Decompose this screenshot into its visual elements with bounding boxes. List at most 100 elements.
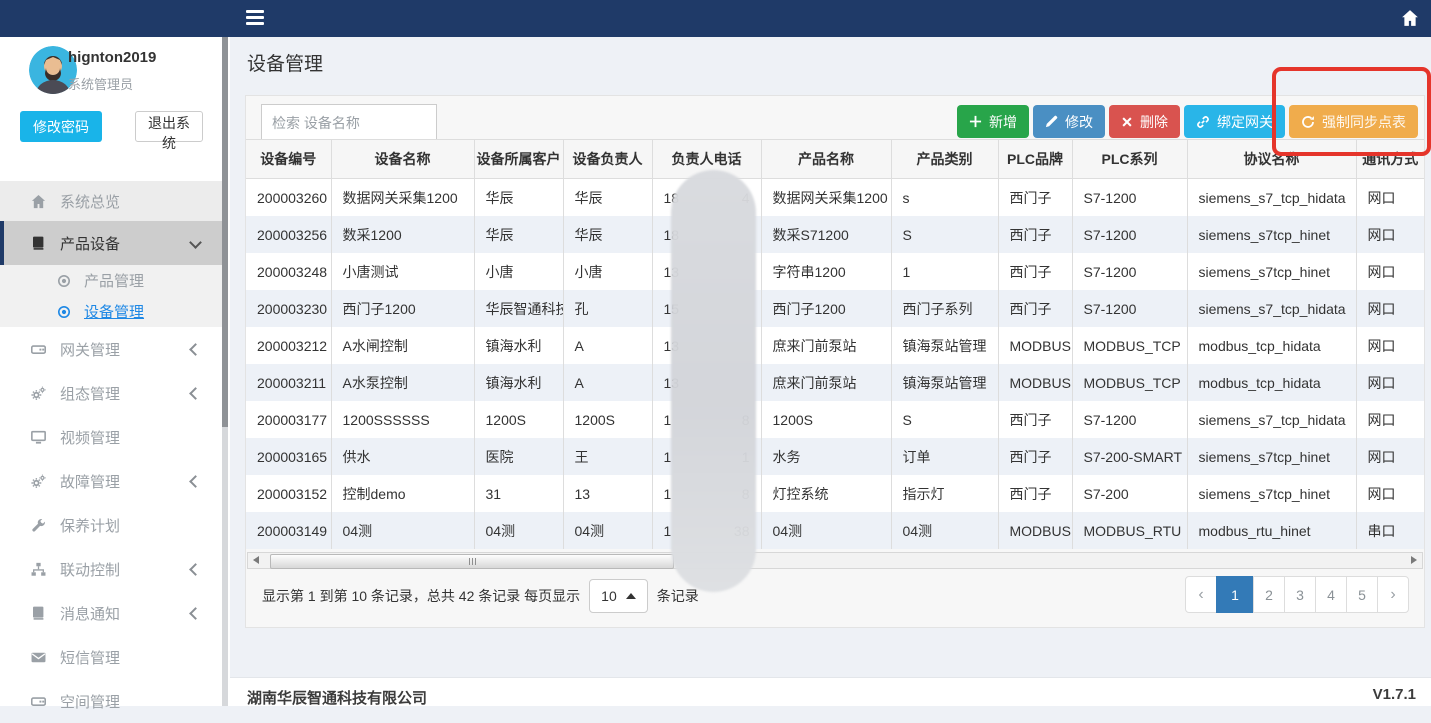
page-button[interactable]: 3	[1284, 576, 1316, 613]
change-password-button[interactable]: 修改密码	[20, 111, 102, 142]
table-cell: 网口	[1356, 216, 1424, 253]
table-row[interactable]: 20000314904测04测04测13804测04测MODBUSMODBUS_…	[246, 512, 1424, 549]
table-cell: MODBUS	[998, 327, 1072, 364]
sidebar-item-label: 联动控制	[60, 559, 120, 580]
table-row[interactable]: 200003256数采1200华辰华辰18数采S71200S西门子S7-1200…	[246, 216, 1424, 253]
table-cell: 18	[652, 401, 761, 438]
column-header[interactable]: 负责人电话	[652, 140, 761, 179]
table-cell: 200003152	[246, 475, 331, 512]
table-cell: siemens_s7_tcp_hidata	[1187, 290, 1356, 327]
table-cell: 华辰	[563, 179, 652, 217]
column-header[interactable]: 设备编号	[246, 140, 331, 179]
edit-button[interactable]: 修改	[1033, 105, 1105, 138]
table-cell: 13	[652, 364, 761, 401]
table-cell: MODBUS	[998, 364, 1072, 401]
hamburger-icon[interactable]	[246, 10, 264, 28]
footer: 湖南华辰智通科技有限公司 V1.7.1	[230, 677, 1431, 706]
horizontal-scrollbar-thumb[interactable]	[270, 554, 674, 569]
sidebar-item-configuration-management[interactable]: 组态管理	[0, 371, 222, 415]
table-row[interactable]: 200003152控制demo311318灯控系统指示灯西门子S7-200sie…	[246, 475, 1424, 512]
sidebar-item-sms-management[interactable]: 短信管理	[0, 635, 222, 679]
sidebar-item-video-management[interactable]: 视频管理	[0, 415, 222, 459]
column-header[interactable]: 产品名称	[761, 140, 891, 179]
force-sync-points-button[interactable]: 强制同步点表	[1289, 105, 1418, 138]
table-cell: MODBUS_TCP	[1072, 327, 1187, 364]
table-cell: 15	[652, 290, 761, 327]
device-panel: 新增 修改 删除 绑定网关 强制同步点表	[245, 95, 1425, 628]
column-header[interactable]: 设备负责人	[563, 140, 652, 179]
next-page-button[interactable]: ›	[1377, 576, 1409, 613]
sidebar-item-label: 系统总览	[60, 191, 120, 212]
table-cell: 控制demo	[331, 475, 474, 512]
footer-version: V1.7.1	[1373, 686, 1416, 703]
table-cell: 医院	[474, 438, 563, 475]
table-cell: 镇海泵站管理	[891, 364, 998, 401]
sidebar-item-message-notification[interactable]: 消息通知	[0, 591, 222, 635]
column-header[interactable]: 通讯方式	[1356, 140, 1424, 179]
page-button[interactable]: 1	[1216, 576, 1254, 613]
table-row[interactable]: 2000031771200SSSSSS1200S1200S181200SS西门子…	[246, 401, 1424, 438]
table-cell: 1200S	[563, 401, 652, 438]
table-row[interactable]: 200003230西门子1200华辰智通科技孔15西门子1200西门子系列西门子…	[246, 290, 1424, 327]
sidebar-item-product-device[interactable]: 产品设备	[0, 221, 222, 265]
table-cell: 西门子	[998, 216, 1072, 253]
table-cell: 字符串1200	[761, 253, 891, 290]
sidebar-item-device-management[interactable]: 设备管理	[0, 296, 222, 327]
hdd-icon	[30, 694, 46, 709]
sidebar-item-gateway-management[interactable]: 网关管理	[0, 327, 222, 371]
table-cell: 华辰智通科技	[474, 290, 563, 327]
sidebar-item-system-overview[interactable]: 系统总览	[0, 181, 222, 221]
search-input[interactable]	[261, 104, 437, 141]
sidebar-item-product-management[interactable]: 产品管理	[0, 265, 222, 296]
delete-button[interactable]: 删除	[1109, 105, 1180, 138]
table-cell: 华辰	[474, 216, 563, 253]
main-content: 设备管理 新增 修改 删除 绑定网关 强制同步点表	[230, 37, 1431, 706]
prev-page-button[interactable]: ‹	[1185, 576, 1217, 613]
logout-button[interactable]: 退出系统	[135, 111, 203, 142]
page-button[interactable]: 2	[1253, 576, 1285, 613]
table-cell: 串口	[1356, 512, 1424, 549]
page-title: 设备管理	[247, 49, 323, 76]
column-header[interactable]: 设备名称	[331, 140, 474, 179]
table-cell: 数据网关采集1200	[761, 179, 891, 217]
table-row[interactable]: 200003248小唐测试小唐小唐13字符串12001西门子S7-1200sie…	[246, 253, 1424, 290]
table-row[interactable]: 200003165供水医院王11水务订单西门子S7-200-SMARTsieme…	[246, 438, 1424, 475]
table-row[interactable]: 200003212A水闸控制镇海水利A13庶来门前泵站镇海泵站管理MODBUSM…	[246, 327, 1424, 364]
column-header[interactable]: PLC品牌	[998, 140, 1072, 179]
device-table-body: 200003260数据网关采集1200华辰华辰184数据网关采集1200s西门子…	[246, 179, 1424, 550]
column-header[interactable]: PLC系列	[1072, 140, 1187, 179]
table-cell: MODBUS_TCP	[1072, 364, 1187, 401]
sidebar-item-maintenance-plan[interactable]: 保养计划	[0, 503, 222, 547]
table-cell: 1200S	[474, 401, 563, 438]
table-header-row: 设备编号设备名称设备所属客户设备负责人负责人电话产品名称产品类别PLC品牌PLC…	[246, 140, 1424, 179]
horizontal-scrollbar[interactable]	[247, 552, 1423, 569]
page-size-dropdown[interactable]: 10	[589, 579, 648, 613]
scroll-left-arrow-icon[interactable]	[253, 556, 259, 564]
pagination-summary-left: 显示第 1 到第 10 条记录，总共 42 条记录 每页显示	[262, 586, 580, 606]
table-cell: A水泵控制	[331, 364, 474, 401]
scroll-right-arrow-icon[interactable]	[1411, 556, 1417, 564]
home-icon[interactable]	[1401, 9, 1419, 27]
column-header[interactable]: 设备所属客户	[474, 140, 563, 179]
sidebar-item-fault-management[interactable]: 故障管理	[0, 459, 222, 503]
column-header[interactable]: 协议名称	[1187, 140, 1356, 179]
bind-gateway-button[interactable]: 绑定网关	[1184, 105, 1285, 138]
add-button[interactable]: 新增	[957, 105, 1029, 138]
table-cell: 西门子1200	[761, 290, 891, 327]
table-cell: 200003149	[246, 512, 331, 549]
table-row[interactable]: 200003211A水泵控制镇海水利A13庶来门前泵站镇海泵站管理MODBUSM…	[246, 364, 1424, 401]
sidebar-scrollbar-thumb[interactable]	[222, 37, 228, 427]
table-cell: S7-1200	[1072, 253, 1187, 290]
book-icon	[30, 606, 46, 620]
sidebar-item-label: 网关管理	[60, 339, 120, 360]
sidebar-item-space-management[interactable]: 空间管理	[0, 679, 222, 723]
table-cell: 庶来门前泵站	[761, 327, 891, 364]
page-button[interactable]: 4	[1315, 576, 1347, 613]
table-cell: siemens_s7_tcp_hidata	[1187, 401, 1356, 438]
table-row[interactable]: 200003260数据网关采集1200华辰华辰184数据网关采集1200s西门子…	[246, 179, 1424, 217]
column-header[interactable]: 产品类别	[891, 140, 998, 179]
sidebar-scrollbar[interactable]	[222, 37, 228, 706]
sidebar-item-linkage-control[interactable]: 联动控制	[0, 547, 222, 591]
table-cell: 镇海水利	[474, 327, 563, 364]
page-button[interactable]: 5	[1346, 576, 1378, 613]
